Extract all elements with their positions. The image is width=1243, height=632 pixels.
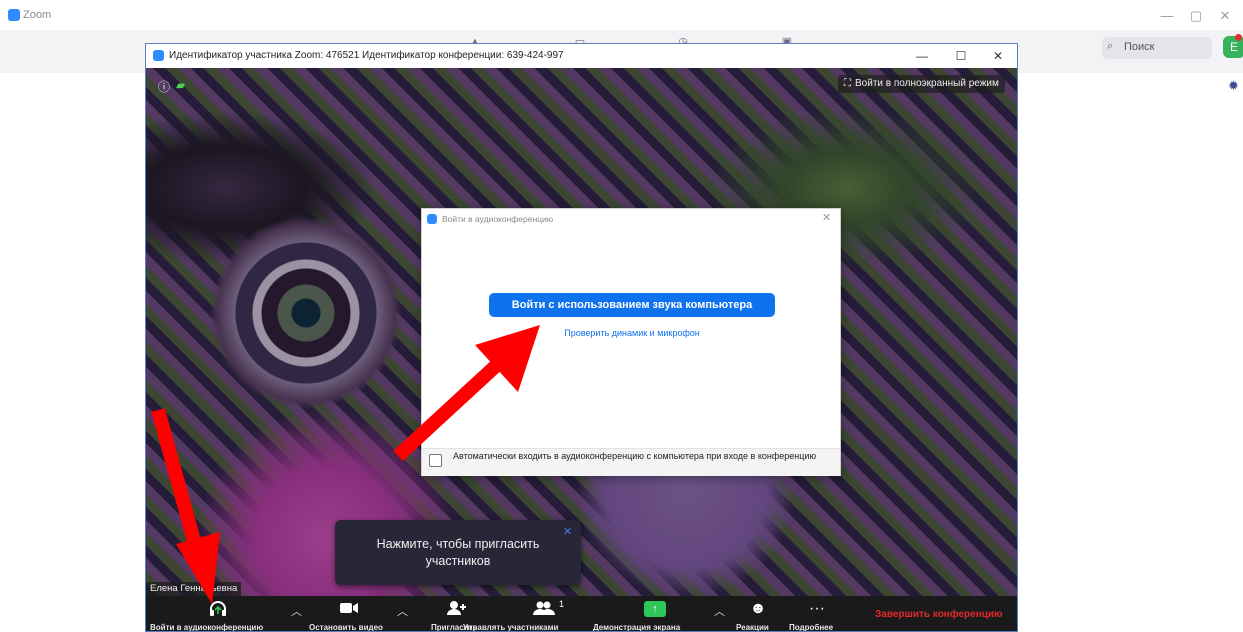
- zoom-logo-icon: [8, 9, 20, 21]
- video-options-chevron-icon[interactable]: ︿: [397, 603, 408, 619]
- gear-icon[interactable]: ✹: [1228, 78, 1239, 94]
- notification-dot-icon: [1235, 34, 1242, 41]
- manage-participants-label[interactable]: Управлять участниками: [463, 623, 558, 631]
- zoom-logo-icon: [427, 214, 437, 224]
- participants-icon[interactable]: [533, 600, 555, 621]
- app-title: Zoom: [23, 9, 52, 21]
- video-camera-icon[interactable]: [339, 600, 359, 621]
- headphones-icon[interactable]: [208, 600, 228, 623]
- invite-tooltip-text: Нажмите, чтобы пригласить участников: [376, 537, 540, 568]
- meeting-maximize-button[interactable]: ☐: [948, 47, 974, 65]
- audio-options-chevron-icon[interactable]: ︿: [291, 603, 302, 619]
- invite-tooltip[interactable]: Нажмите, чтобы пригласить участников ✕: [335, 520, 581, 585]
- join-audio-dialog: Войти в аудиоконференцию ✕ Войти с испол…: [421, 208, 841, 476]
- reactions-label[interactable]: Реакции: [736, 623, 769, 631]
- close-icon[interactable]: ✕: [563, 525, 572, 538]
- stop-video-label[interactable]: Остановить видео: [309, 623, 383, 631]
- meeting-minimize-button[interactable]: —: [909, 47, 935, 65]
- dialog-title: Войти в аудиоконференцию: [442, 214, 554, 224]
- search-icon: ⌕: [1107, 40, 1114, 52]
- share-screen-label[interactable]: Демонстрация экрана: [593, 623, 680, 631]
- app-minimize-button[interactable]: —: [1153, 5, 1181, 27]
- zoom-logo-icon: [153, 50, 164, 61]
- more-icon[interactable]: ···: [807, 600, 827, 618]
- app-titlebar: [0, 0, 1243, 30]
- share-options-chevron-icon[interactable]: ︿: [714, 603, 725, 619]
- add-user-icon[interactable]: [446, 600, 468, 621]
- test-speaker-mic-link[interactable]: Проверить динамик и микрофон: [489, 328, 775, 338]
- close-icon[interactable]: ✕: [822, 211, 831, 224]
- auto-join-label[interactable]: Автоматически входить в аудиоконференцию…: [453, 451, 823, 462]
- end-meeting-button[interactable]: Завершить конференцию: [875, 609, 1003, 620]
- app-maximize-button[interactable]: ▢: [1182, 5, 1210, 27]
- share-screen-icon[interactable]: ↑: [644, 601, 666, 617]
- app-close-button[interactable]: ✕: [1211, 5, 1239, 27]
- meeting-toolbar: Войти в аудиоконференцию ︿ Остановить ви…: [146, 596, 1017, 631]
- auto-join-checkbox[interactable]: [429, 454, 442, 467]
- reaction-smiley-icon[interactable]: ☻: [749, 600, 767, 618]
- fullscreen-button[interactable]: ⛶ Войти в полноэкранный режим: [838, 75, 1005, 93]
- participant-name-tag: Елена Геннадьевна: [146, 582, 242, 596]
- fullscreen-label: Войти в полноэкранный режим: [855, 78, 999, 89]
- join-audio-label[interactable]: Войти в аудиоконференцию: [150, 623, 263, 631]
- lock-icon[interactable]: ▰: [176, 78, 185, 92]
- meeting-title: Идентификатор участника Zoom: 476521 Иде…: [169, 50, 564, 61]
- more-label[interactable]: Подробнее: [789, 623, 833, 631]
- join-computer-audio-button[interactable]: Войти с использованием звука компьютера: [489, 293, 775, 317]
- fullscreen-icon: ⛶: [844, 78, 851, 89]
- info-icon[interactable]: ⓘ: [158, 78, 170, 95]
- search-input[interactable]: Поиск: [1124, 41, 1154, 53]
- participants-count: 1: [559, 599, 565, 609]
- meeting-close-button[interactable]: ✕: [985, 47, 1011, 65]
- search-box[interactable]: [1102, 37, 1212, 59]
